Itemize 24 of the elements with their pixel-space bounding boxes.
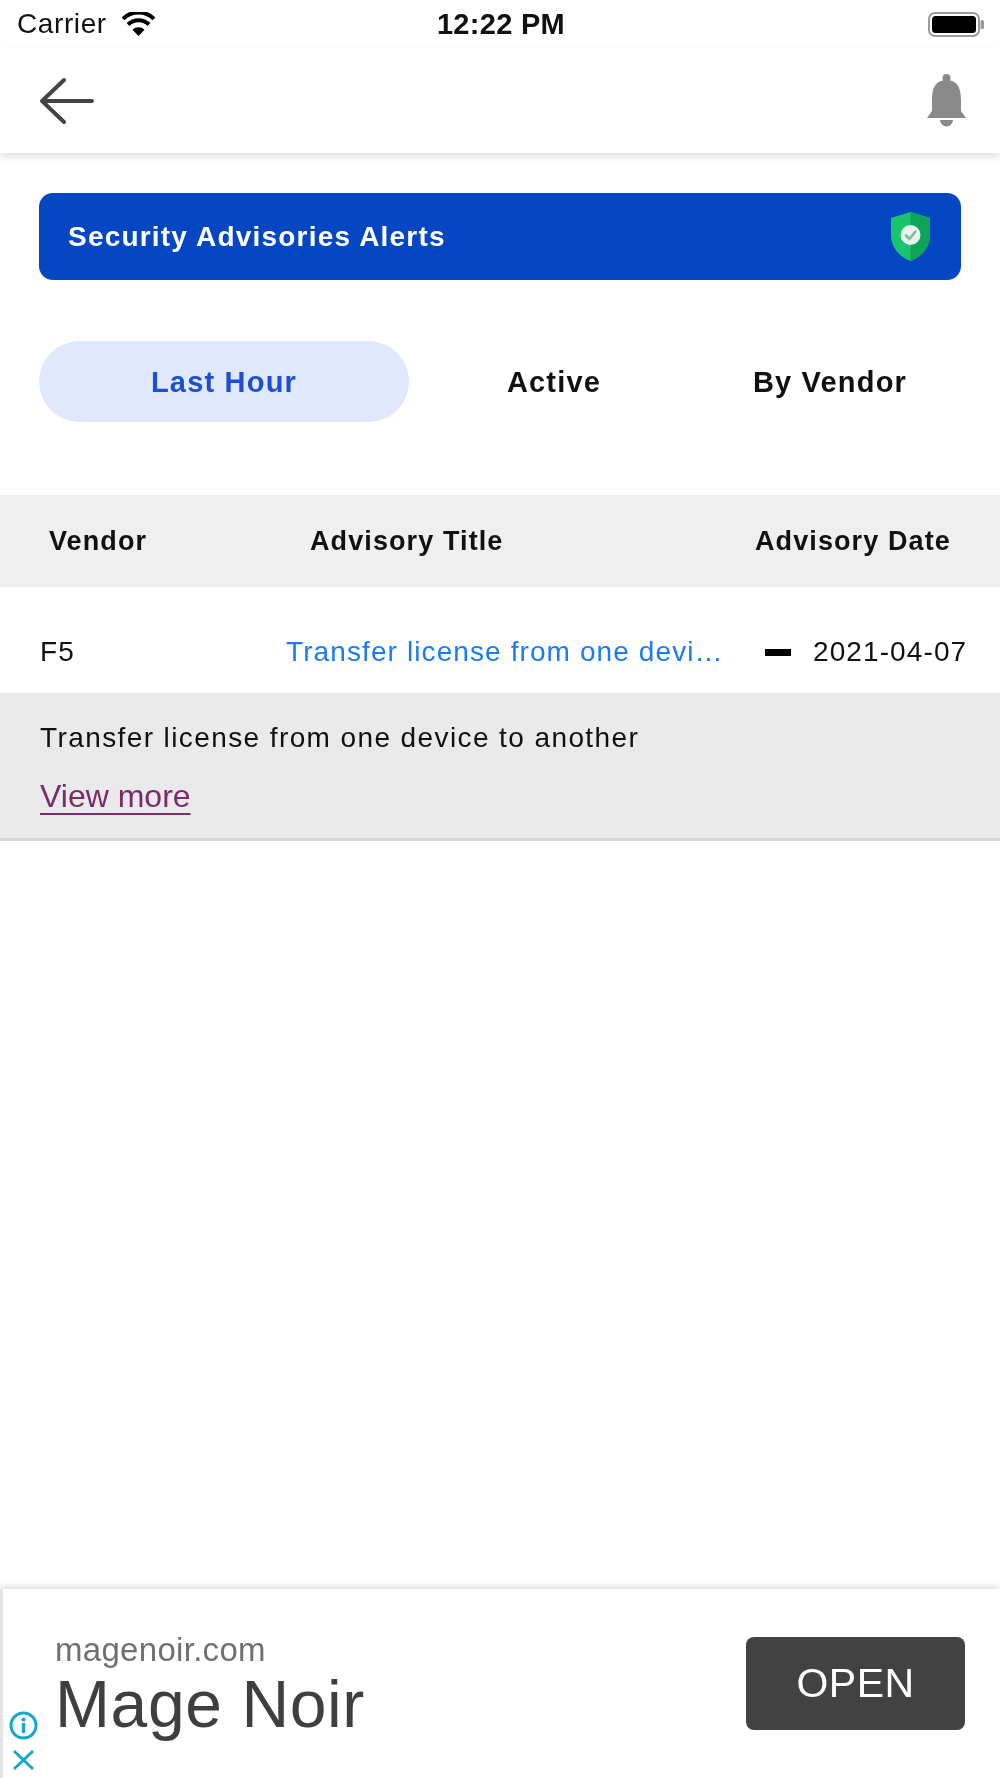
close-icon[interactable]	[12, 1749, 35, 1771]
info-icon[interactable]	[9, 1711, 38, 1740]
ad-domain: magenoir.com	[55, 1629, 267, 1670]
minus-icon[interactable]	[765, 648, 791, 656]
table-cell: 2021-04-07	[813, 636, 968, 668]
column-header: Advisory Title	[310, 525, 505, 557]
view-more-link[interactable]: View more	[40, 776, 191, 816]
advisory-description: Transfer license from one device to another	[40, 721, 640, 755]
wifi-icon	[120, 11, 156, 37]
status-time: 12:22 PM	[436, 7, 566, 41]
battery-icon	[928, 11, 985, 37]
open-button[interactable]: OPEN	[746, 1637, 965, 1730]
back-arrow-icon[interactable]	[38, 76, 94, 125]
carrier-label: Carrier	[17, 8, 107, 40]
advisory-link[interactable]: Transfer license from one devi…	[286, 636, 724, 668]
shield-check-icon	[890, 211, 931, 262]
column-header: Advisory Date	[755, 525, 951, 557]
banner-title: Security Advisories Alerts	[68, 220, 446, 253]
bell-icon[interactable]	[925, 72, 968, 129]
table-cell-text: F5	[40, 636, 76, 668]
tab[interactable]: Active	[506, 364, 602, 399]
column-header: Vendor	[49, 525, 149, 557]
tab[interactable]: By Vendor	[752, 364, 908, 399]
tab[interactable]: Last Hour	[39, 341, 409, 422]
